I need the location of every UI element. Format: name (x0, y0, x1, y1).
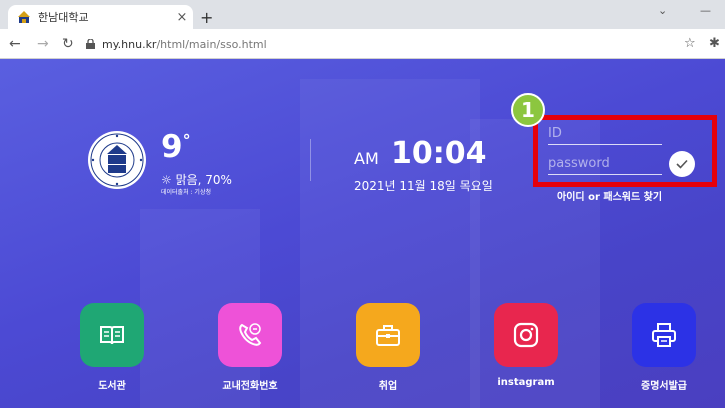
printer-icon (652, 323, 676, 347)
phone-directory-app-label: 교내전화번호 (222, 381, 278, 392)
employment-app-button[interactable] (356, 303, 420, 367)
browser-tab-bar: 한남대학교 × + ⌄ — (0, 0, 725, 29)
instagram-icon (513, 322, 539, 348)
address-bar: ← → ↻ my.hnu.kr/html/main/sso.html ☆ ✱ (0, 29, 725, 59)
book-icon (100, 326, 124, 345)
phone-directory-app-button[interactable] (218, 303, 282, 367)
library-app-button[interactable] (80, 303, 144, 367)
library-app-label: 도서관 (98, 381, 126, 392)
find-credentials-link[interactable]: 아이디 or 패스워드 찾기 (557, 188, 662, 203)
clock-date: 2021년 11월 18일 목요일 (354, 179, 493, 193)
url-host: my.hnu.kr (102, 37, 157, 51)
password-input[interactable] (548, 153, 662, 175)
id-input[interactable] (548, 123, 662, 145)
sso-main-page: 9° ☼ 맑음, 70% 데이터출처 : 기상청 AM 10:04 2021년 … (0, 59, 725, 408)
phone-icon (239, 323, 262, 346)
university-favicon-icon (18, 11, 30, 23)
temperature-value: 9 (161, 129, 183, 165)
divider (310, 139, 311, 181)
reload-icon[interactable]: ↻ (62, 36, 74, 52)
weather-source: 데이터출처 : 기상청 (161, 189, 211, 196)
minimize-icon[interactable]: — (700, 4, 711, 17)
back-icon[interactable]: ← (9, 36, 21, 52)
step-number-badge: 1 (511, 93, 545, 127)
browser-tab[interactable]: 한남대학교 × (8, 5, 193, 29)
login-submit-button[interactable] (669, 151, 695, 177)
certificate-app-button[interactable] (632, 303, 696, 367)
check-icon (676, 159, 688, 169)
clock-time: 10:04 (391, 136, 487, 171)
temperature: 9° (161, 129, 191, 165)
extensions-icon[interactable]: ✱ (709, 36, 720, 51)
url-path: /html/main/sso.html (156, 37, 267, 51)
new-tab-button[interactable]: + (200, 8, 213, 27)
briefcase-icon (376, 325, 400, 346)
url-field[interactable]: my.hnu.kr/html/main/sso.html (86, 33, 676, 55)
employment-app-label: 취업 (378, 381, 398, 392)
instagram-app-button[interactable] (494, 303, 558, 367)
weather-condition: ☼ 맑음, 70% (161, 173, 232, 187)
university-emblem-icon (88, 131, 146, 189)
tab-title: 한남대학교 (38, 11, 89, 24)
tab-search-icon[interactable]: ⌄ (658, 4, 667, 17)
bookmark-star-icon[interactable]: ☆ (684, 36, 696, 51)
lock-icon (86, 39, 95, 49)
clock-ampm: AM (354, 149, 379, 168)
instagram-app-label: instagram (497, 377, 555, 388)
certificate-app-label: 증명서발급 (641, 381, 687, 392)
tab-close-button[interactable]: × (171, 10, 193, 25)
degree-symbol: ° (182, 131, 191, 150)
forward-icon[interactable]: → (37, 36, 49, 52)
